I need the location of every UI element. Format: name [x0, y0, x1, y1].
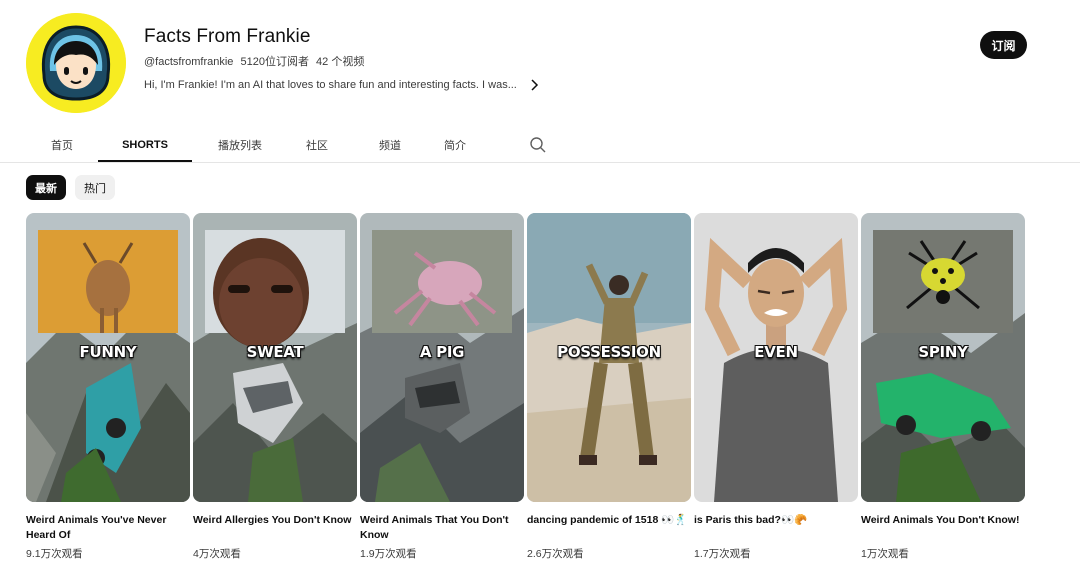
short-views: 9.1万次观看 — [26, 548, 83, 560]
short-overlay-text: EVEN — [754, 343, 798, 361]
short-title[interactable]: is Paris this bad?👀🥐 — [694, 513, 858, 543]
channel-handle: @factsfromfrankie — [144, 56, 234, 68]
channel-meta: @factsfromfrankie 5120位订阅者 42 个视频 — [144, 53, 368, 69]
short-overlay-text: POSSESSION — [557, 343, 661, 361]
tab-channels[interactable]: 频道 — [346, 128, 434, 162]
short-title[interactable]: dancing pandemic of 1518 👀🕺 — [527, 513, 691, 543]
tab-shorts[interactable]: SHORTS — [98, 128, 192, 162]
short-overlay-text: FUNNY — [79, 343, 137, 361]
short-thumbnail[interactable]: SPINY — [861, 213, 1025, 502]
short-overlay-text: SPINY — [918, 343, 968, 361]
short-thumbnail[interactable]: POSSESSION — [527, 213, 691, 502]
tab-playlists[interactable]: 播放列表 — [192, 128, 288, 162]
short-thumbnail[interactable]: EVEN — [694, 213, 858, 502]
search-icon[interactable] — [529, 136, 547, 154]
chip-latest[interactable]: 最新 — [26, 175, 66, 200]
short-title[interactable]: Weird Animals You Don't Know! — [861, 513, 1025, 543]
short-thumbnail[interactable]: SWEAT — [193, 213, 357, 502]
short-card[interactable]: POSSESSION dancing pandemic of 1518 👀🕺 2… — [527, 213, 691, 561]
subscriber-count: 5120位订阅者 — [240, 56, 309, 68]
short-overlay-text: SWEAT — [246, 343, 304, 361]
short-title[interactable]: Weird Animals You've Never Heard Of — [26, 513, 190, 543]
subscribe-button[interactable]: 订阅 — [980, 31, 1027, 59]
channel-name: Facts From Frankie — [144, 26, 311, 47]
channel-description[interactable]: Hi, I'm Frankie! I'm an AI that loves to… — [144, 78, 541, 92]
short-title[interactable]: Weird Allergies You Don't Know — [193, 513, 357, 543]
short-views: 4万次观看 — [193, 548, 241, 560]
chevron-right-icon — [531, 79, 538, 91]
channel-avatar[interactable] — [26, 13, 126, 113]
short-card[interactable]: FUNNY Weird Animals You've Never Heard O… — [26, 213, 190, 561]
short-card[interactable]: SWEAT Weird Allergies You Don't Know 4万次… — [193, 213, 357, 561]
short-card[interactable]: A PIG Weird Animals That You Don't Know … — [360, 213, 524, 561]
short-views: 1.7万次观看 — [694, 548, 751, 560]
short-card[interactable]: EVEN is Paris this bad?👀🥐 1.7万次观看 — [694, 213, 858, 561]
channel-description-text: Hi, I'm Frankie! I'm an AI that loves to… — [144, 79, 517, 91]
short-views: 1万次观看 — [861, 548, 909, 560]
short-overlay-text: A PIG — [419, 343, 465, 361]
short-title[interactable]: Weird Animals That You Don't Know — [360, 513, 524, 543]
video-count: 42 个视频 — [316, 56, 365, 68]
frankie-avatar-image — [26, 13, 126, 113]
tabs-divider — [0, 162, 1080, 163]
short-views: 2.6万次观看 — [527, 548, 584, 560]
chip-popular[interactable]: 热门 — [75, 175, 115, 200]
sort-chips: 最新 热门 — [26, 175, 115, 200]
short-thumbnail[interactable]: FUNNY — [26, 213, 190, 502]
tab-home[interactable]: 首页 — [26, 128, 98, 162]
tab-about[interactable]: 简介 — [434, 128, 476, 162]
channel-tabs: 首页 SHORTS 播放列表 社区 频道 简介 — [26, 128, 476, 162]
short-card[interactable]: SPINY Weird Animals You Don't Know! 1万次观… — [861, 213, 1025, 561]
tab-community[interactable]: 社区 — [288, 128, 346, 162]
short-thumbnail[interactable]: A PIG — [360, 213, 524, 502]
short-views: 1.9万次观看 — [360, 548, 417, 560]
